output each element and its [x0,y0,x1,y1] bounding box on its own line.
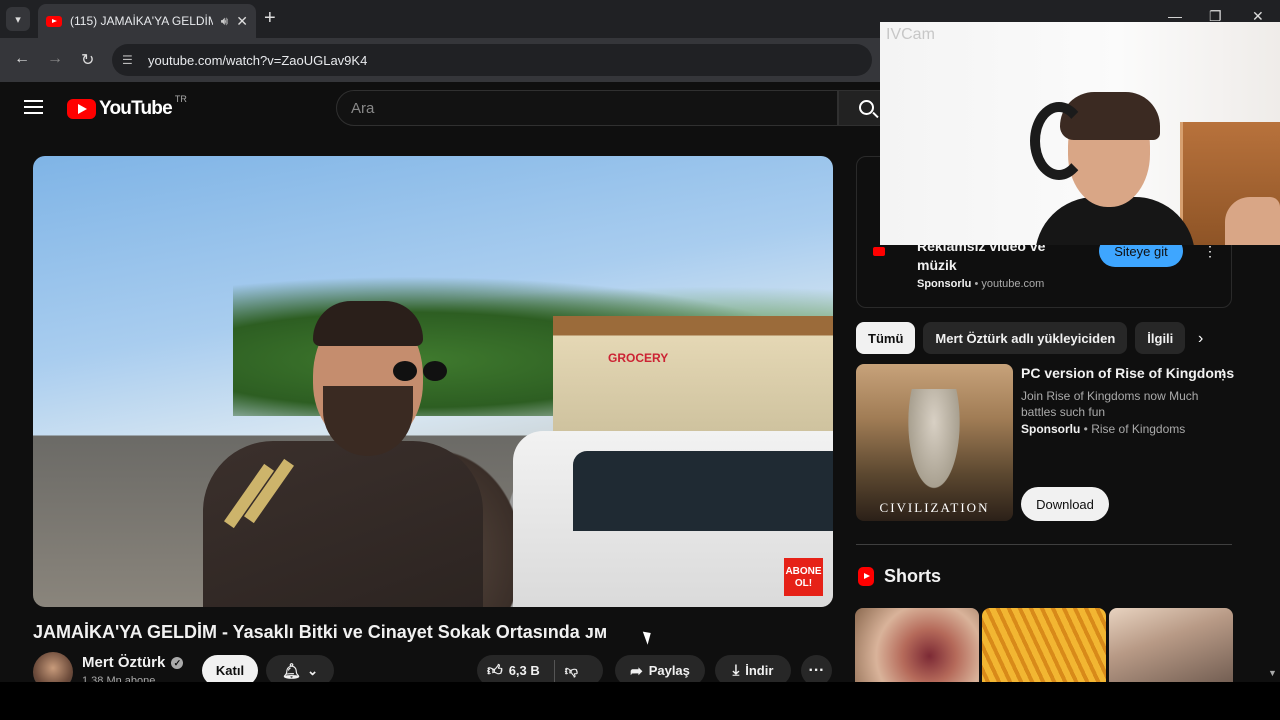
video-player[interactable]: GROCERY ABONE OL! [33,156,833,607]
promo-download-button[interactable]: Download [1021,487,1109,521]
shorts-heading: Shorts [858,566,941,587]
short-thumbnail[interactable] [855,608,979,688]
youtube-play-icon [67,99,96,119]
webcam-person-hand [1225,197,1280,245]
promo-meta: Sponsorlu • Rise of Kingdoms [1021,422,1186,436]
youtube-favicon-icon [46,15,62,27]
ad-domain: youtube.com [981,278,1045,290]
promo-thumb-caption: CIVILIZATION [879,500,990,515]
reload-icon[interactable]: ↻ [81,50,94,70]
channel-name: Mert Öztürk [82,654,166,671]
tab-title: (115) JAMAİKA'YA GELDİM [70,14,213,28]
speaker-icon[interactable]: 🔊︎ [221,14,229,29]
shorts-title: Shorts [884,566,942,586]
url-field[interactable]: ☰ youtube.com/watch?v=ZaoUGLav9K4 [112,44,872,76]
webcam-app-label: IVCam [886,26,935,43]
logo-wordmark: YouTube [99,98,173,119]
webcam-overlay: IVCam [880,22,1280,245]
share-arrow-icon: ➦ [630,662,643,680]
video-title: JAMAİKA'YA GELDİM - Yasaklı Bitki ve Cin… [33,622,608,642]
ad-kebab-menu-icon[interactable]: ⋮ [1203,243,1217,260]
promo-description: Join Rise of Kingdoms now Much battles s… [1021,389,1199,419]
search-placeholder: Ara [351,99,375,117]
video-frame-building [553,316,833,446]
search-input[interactable]: Ara [336,90,838,126]
short-thumbnail[interactable] [1109,608,1233,688]
youtube-logo[interactable]: YouTube TR [67,94,187,120]
chip-from-uploader[interactable]: Mert Öztürk adlı yükleyiciden [923,322,1128,354]
promo-kebab-menu-icon[interactable]: ⋮ [1216,366,1230,383]
thumbs-down-icon[interactable]: 👎︎ [565,663,578,679]
video-frame-person [203,301,503,607]
new-tab-button[interactable]: + [264,8,276,28]
chip-related[interactable]: İlgili [1135,322,1186,354]
url-text: youtube.com/watch?v=ZaoUGLav9K4 [148,52,368,68]
video-frame-shop-sign: GROCERY [608,351,669,365]
verified-check-icon: ✓ [171,656,184,669]
tab-list-chevron-icon[interactable]: ▾ [6,7,30,31]
scrollbar-down-arrow-icon[interactable]: ▼ [1268,668,1277,678]
like-divider [553,659,555,682]
search-icon [859,100,874,115]
chip-all[interactable]: Tümü [856,322,916,354]
back-arrow-icon[interactable]: ← [14,50,30,68]
download-label: İndir [745,663,774,678]
like-count[interactable]: 6,3 B [509,663,540,678]
mouse-cursor-icon [642,629,655,645]
close-tab-icon[interactable]: ✕ [236,13,248,30]
region-code: TR [174,94,187,104]
promo-title[interactable]: PC version of Rise of Kingdoms [1021,365,1234,381]
bottom-black-bar [0,682,1280,720]
promo-sponsor-label: Sponsorlu [1021,422,1081,436]
promo-advertiser: Rise of Kingdoms [1091,422,1186,436]
ad-meta: Sponsorlu • youtube.com [917,278,1045,290]
subscribe-watermark-badge[interactable]: ABONE OL! [784,558,823,596]
active-tab[interactable]: (115) JAMAİKA'YA GELDİM 🔊︎ ✕ [38,4,256,38]
download-icon: ⤓ [732,662,740,679]
short-thumbnail[interactable] [982,608,1106,688]
channel-name-link[interactable]: Mert Öztürk ✓ [82,654,184,671]
headset-image [1030,102,1088,180]
forward-arrow-icon[interactable]: → [47,50,63,68]
site-info-icon[interactable]: ☰ [122,53,138,67]
youtube-premium-logo-icon [873,247,885,256]
promo-thumbnail[interactable]: CIVILIZATION [856,364,1013,521]
chips-next-chevron-icon[interactable]: › [1198,330,1203,348]
shorts-logo-icon [858,567,874,586]
related-filter-chips: Tümü Mert Öztürk adlı yükleyiciden İlgil… [856,322,1193,354]
share-label: Paylaş [648,663,690,678]
video-frame-car-window [573,451,833,531]
promo-statue-image [904,389,964,499]
bell-icon: 🔔︎ [282,662,302,680]
section-divider [856,544,1232,545]
chevron-down-icon: ⌄ [307,662,318,678]
thumbs-up-icon[interactable]: 👍︎ [487,662,503,680]
hamburger-menu-icon[interactable] [24,100,43,114]
ad-sponsor-label: Sponsorlu [917,278,972,290]
